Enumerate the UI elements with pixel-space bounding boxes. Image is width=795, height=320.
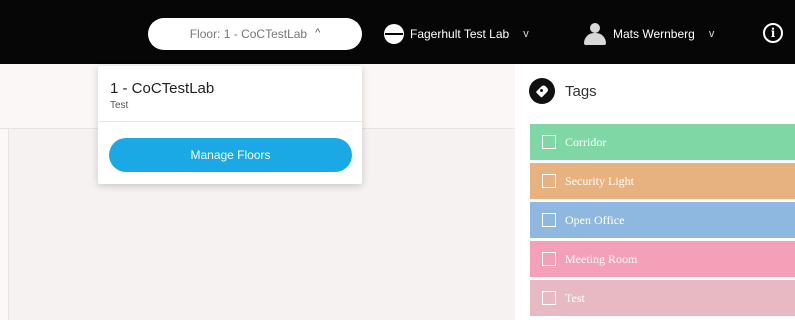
tag-item-security-light[interactable]: Security Light: [530, 163, 795, 199]
checkbox[interactable]: [542, 291, 556, 305]
user-menu[interactable]: Mats Wernberg v: [583, 20, 714, 48]
floor-selector-button[interactable]: Floor: 1 - CoCTestLab ^: [148, 18, 362, 50]
tag-label: Security Light: [565, 173, 634, 188]
organization-name: Fagerhult Test Lab: [410, 27, 510, 41]
checkbox[interactable]: [542, 174, 556, 188]
tag-item-test[interactable]: Test: [530, 280, 795, 316]
chevron-down-icon: v: [523, 28, 529, 40]
tag-item-open-office[interactable]: Open Office: [530, 202, 795, 238]
tag-label: Corridor: [565, 134, 607, 149]
tags-panel: Tags Corridor Security Light Open Office…: [515, 64, 795, 320]
floor-selector-label: Floor: 1 - CoCTestLab: [189, 27, 308, 41]
floor-dropdown-menu: 1 - CoCTestLab Test Manage Floors: [98, 66, 362, 184]
tags-header: Tags: [529, 78, 597, 104]
tag-icon: [529, 78, 555, 104]
chevron-up-icon: ^: [315, 27, 321, 39]
avatar: [583, 23, 607, 45]
tag-item-meeting-room[interactable]: Meeting Room: [530, 241, 795, 277]
floor-option-name[interactable]: 1 - CoCTestLab: [110, 80, 214, 97]
floor-option-description: Test: [110, 100, 129, 111]
user-name: Mats Wernberg: [613, 27, 695, 41]
tag-item-corridor[interactable]: Corridor: [530, 124, 795, 160]
tag-label: Test: [565, 290, 585, 305]
globe-icon: [384, 24, 404, 44]
checkbox[interactable]: [542, 135, 556, 149]
tags-title: Tags: [565, 82, 597, 100]
checkbox[interactable]: [542, 252, 556, 266]
organization-selector[interactable]: Fagerhult Test Lab v: [384, 20, 529, 48]
left-gutter: [0, 129, 8, 320]
chevron-down-icon: v: [708, 28, 715, 40]
manage-floors-button[interactable]: Manage Floors: [109, 138, 352, 172]
info-icon[interactable]: i: [763, 23, 783, 43]
divider: [98, 121, 362, 122]
checkbox[interactable]: [542, 213, 556, 227]
tag-label: Open Office: [565, 212, 625, 227]
top-navigation-bar: Floor: 1 - CoCTestLab ^ Fagerhult Test L…: [0, 0, 795, 64]
tag-label: Meeting Room: [565, 251, 638, 266]
